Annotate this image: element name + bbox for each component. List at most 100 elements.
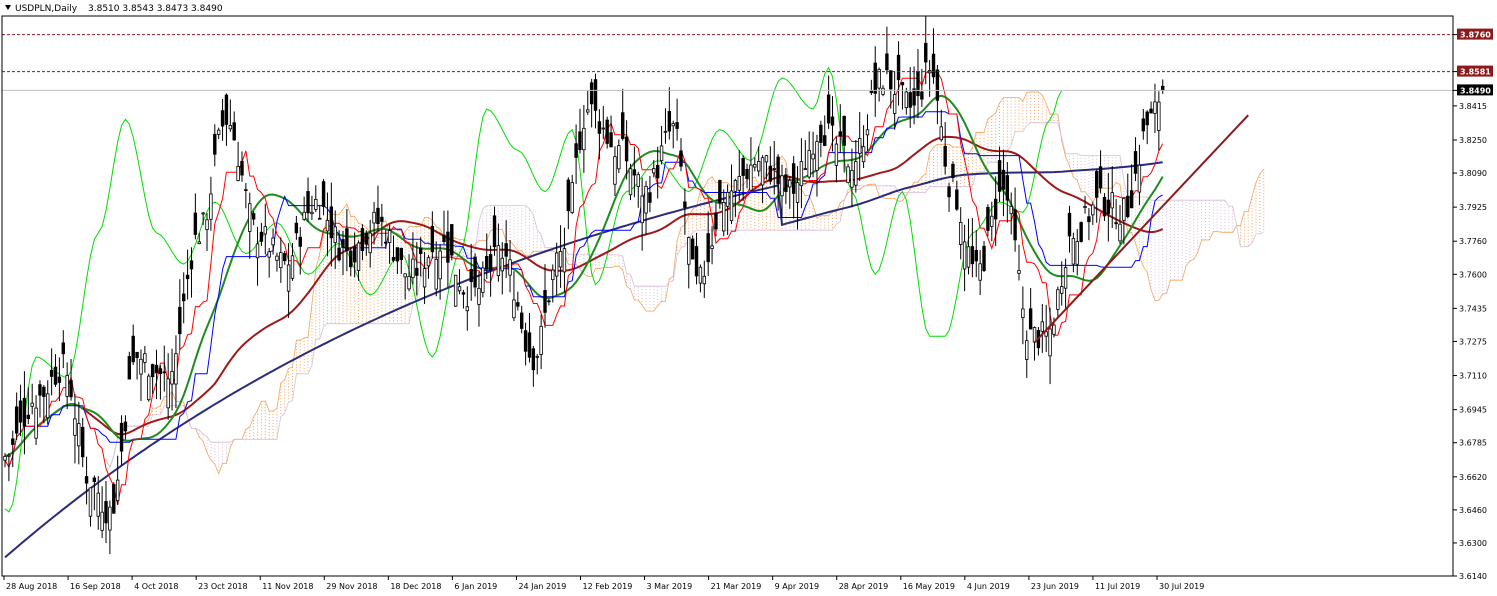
candle-body: [970, 246, 975, 265]
y-tick-label: 3.6460: [1459, 506, 1487, 515]
candle-body: [850, 170, 854, 188]
x-tick-label: 28 Apr 2019: [839, 582, 888, 591]
candle-body: [617, 145, 621, 170]
candle-body: [201, 212, 205, 215]
candle-body: [1149, 108, 1153, 114]
candle-body: [469, 269, 473, 282]
candle-body: [216, 129, 221, 135]
candle-body: [485, 256, 489, 270]
candle-body: [551, 269, 555, 281]
candle-body: [520, 312, 524, 329]
candle-body: [667, 111, 672, 132]
candle-body: [100, 511, 104, 531]
x-tick-label: 21 Mar 2019: [711, 582, 762, 591]
candle-body: [403, 273, 407, 278]
candle-body: [7, 454, 11, 457]
candle-body: [1048, 328, 1052, 357]
candle-body: [1126, 195, 1130, 218]
candle-body: [391, 256, 396, 261]
candle-body: [1028, 308, 1033, 330]
candle-body: [356, 242, 361, 271]
candle-body: [659, 145, 664, 162]
candle-body: [733, 180, 738, 192]
candle-body: [819, 124, 823, 143]
candle-body: [807, 150, 811, 178]
candle-body: [442, 234, 446, 242]
candle-body: [978, 263, 982, 281]
candle-body: [780, 175, 784, 197]
candle-body: [904, 91, 909, 109]
candle-body: [578, 131, 582, 151]
candle-body: [170, 371, 174, 385]
candle-body: [298, 236, 302, 247]
y-tick-label: 3.7435: [1459, 304, 1487, 313]
candle-body: [131, 335, 135, 363]
candle-body: [842, 115, 846, 146]
candle-body: [154, 364, 159, 374]
candle-body: [461, 292, 466, 295]
candle-body: [931, 53, 936, 78]
y-tick-label: 3.8415: [1459, 102, 1487, 111]
candle-body: [1025, 340, 1029, 360]
candle-body: [407, 276, 411, 290]
candle-body: [621, 112, 625, 139]
candle-body: [88, 487, 93, 517]
candle-body: [562, 248, 567, 273]
candle-body: [189, 260, 194, 270]
candle-body: [286, 264, 291, 292]
candle-body: [687, 237, 691, 265]
candle-body: [209, 193, 213, 220]
y-tick-label: 3.6620: [1459, 473, 1487, 482]
candle-body: [492, 215, 497, 248]
candle-body: [1087, 216, 1091, 223]
candle-body: [127, 356, 132, 380]
candle-body: [1122, 197, 1126, 221]
y-tick-label: 3.8250: [1459, 136, 1487, 145]
candle-body: [838, 131, 842, 137]
x-tick-label: 3 Mar 2019: [647, 582, 693, 591]
candle-body: [776, 156, 780, 185]
candle-body: [554, 252, 559, 277]
y-tick-label: 3.8090: [1459, 169, 1487, 178]
candle-body: [240, 160, 244, 176]
candle-body: [955, 189, 959, 210]
candle-body: [1118, 223, 1122, 242]
candle-body: [341, 239, 345, 248]
y-tick-label: 3.6300: [1459, 539, 1487, 548]
candle-body: [104, 501, 108, 524]
candle-body: [1094, 171, 1099, 198]
candle-body: [826, 94, 831, 124]
candle-body: [799, 161, 804, 187]
candle-body: [123, 421, 128, 432]
candle-body: [924, 42, 928, 63]
candle-body: [632, 169, 637, 176]
candle-body: [756, 160, 761, 172]
candle-body: [1133, 151, 1138, 174]
candle-body: [889, 70, 893, 90]
candle-body: [644, 185, 648, 214]
candle-body: [61, 342, 65, 355]
candle-body: [364, 232, 369, 245]
chart-background: [0, 0, 1497, 596]
candle-body: [593, 79, 598, 111]
candle-body: [1161, 85, 1165, 91]
candle-body: [115, 479, 120, 502]
candle-body: [84, 476, 89, 484]
candle-body: [1063, 267, 1068, 289]
candle-body: [96, 492, 100, 517]
candle-body: [885, 53, 889, 71]
candle-body: [749, 164, 753, 191]
candle-body: [166, 378, 170, 409]
candle-body: [271, 237, 275, 246]
candle-body: [197, 241, 201, 245]
candle-body: [352, 246, 357, 263]
candle-body: [395, 247, 400, 262]
candle-body: [1157, 101, 1161, 131]
candle-body: [446, 231, 450, 263]
candle-body: [473, 256, 477, 288]
chart-header: USDPLN,Daily 3.8510 3.8543 3.8473 3.8490: [5, 4, 223, 14]
candle-body: [663, 130, 668, 133]
x-tick-label: 30 Jul 2019: [1159, 582, 1204, 591]
candle-body: [823, 135, 827, 146]
x-tick-label: 4 Oct 2018: [134, 582, 178, 591]
